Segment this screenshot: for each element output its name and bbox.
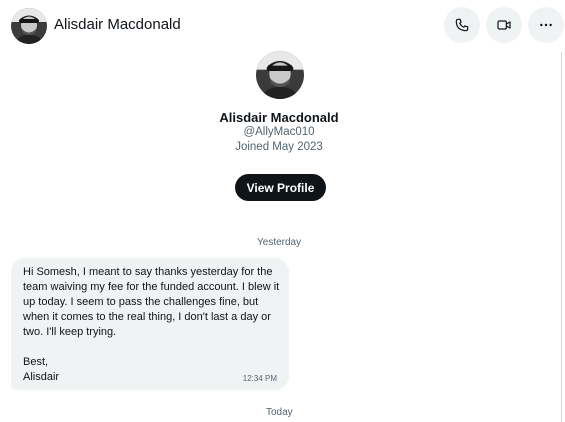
day-separator-today: Today <box>266 407 293 418</box>
avatar[interactable] <box>11 8 47 44</box>
video-call-button[interactable] <box>486 7 522 43</box>
more-horizontal-icon <box>540 23 552 27</box>
conversation-header: Alisdair Macdonald <box>0 0 565 50</box>
profile-handle: @AllyMac010 <box>243 126 315 138</box>
message-timestamp: 12:34 PM <box>242 374 277 383</box>
scrollbar[interactable] <box>561 52 562 422</box>
video-camera-icon <box>497 20 511 30</box>
profile-name: Alisdair Macdonald <box>219 110 339 125</box>
more-options-button[interactable] <box>528 7 564 43</box>
user-avatar-image <box>256 51 304 99</box>
profile-avatar[interactable] <box>256 51 304 99</box>
message-text: Hi Somesh, I meant to say thanks yesterd… <box>23 266 280 383</box>
day-separator-yesterday: Yesterday <box>257 237 302 248</box>
header-contact-name: Alisdair Macdonald <box>54 16 181 33</box>
profile-joined-date: Joined May 2023 <box>235 141 323 153</box>
user-avatar-image <box>11 8 47 44</box>
view-profile-button[interactable]: View Profile <box>235 174 326 201</box>
call-button[interactable] <box>444 7 480 43</box>
phone-icon <box>455 18 469 32</box>
dm-conversation-page: Alisdair Macdonald Alisdair Macdonald @A… <box>0 0 565 422</box>
message-bubble[interactable]: Hi Somesh, I meant to say thanks yesterd… <box>11 258 289 390</box>
